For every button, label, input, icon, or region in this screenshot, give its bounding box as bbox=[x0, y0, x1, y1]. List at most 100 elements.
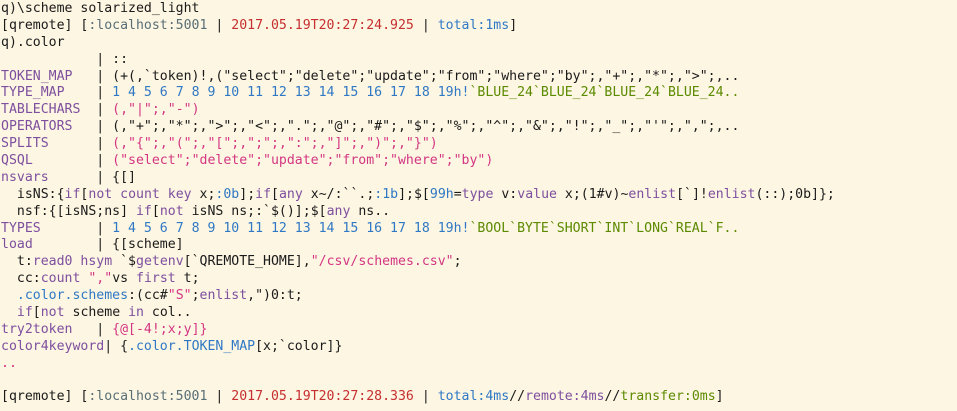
text-segment: [ bbox=[271, 186, 279, 202]
text-segment: ];$[ bbox=[398, 186, 430, 202]
text-segment: (::);0b]}; bbox=[755, 186, 835, 202]
text-segment: (,"{";,"(";,"[";,";";,":";,"]";,")";,"}"… bbox=[112, 136, 438, 152]
text-segment: any bbox=[278, 186, 303, 202]
text-segment: 1 4 5 6 7 8 9 10 11 12 13 14 15 16 17 18… bbox=[112, 220, 470, 236]
terminal-output-line: QSQL | ("select";"delete";"update";"from… bbox=[0, 153, 957, 170]
text-segment: :localhost:5001 bbox=[88, 17, 208, 33]
text-segment: nsvars bbox=[1, 169, 49, 185]
text-segment: QSQL bbox=[1, 153, 33, 169]
text-segment: isNS ns;:`$()];$[ bbox=[183, 203, 327, 219]
text-segment: 99h bbox=[429, 186, 454, 202]
text-segment: any bbox=[326, 203, 351, 219]
text-segment: [x;`color]} bbox=[255, 338, 343, 354]
text-segment: "," bbox=[88, 271, 113, 287]
text-segment: :0b bbox=[215, 186, 240, 202]
terminal-output-line: TOKEN_MAP | (+(,`token)!,("select";"dele… bbox=[0, 69, 957, 86]
text-segment: transfer:0ms bbox=[620, 389, 716, 405]
terminal-output-line: try2token | {@[-4!;x;y]} bbox=[0, 322, 957, 339]
text-segment: ; bbox=[191, 288, 200, 304]
text-segment: {@[-4!;x;y]} bbox=[112, 321, 208, 337]
text-segment: first bbox=[136, 271, 176, 287]
terminal-output-line: SPLITS | (,"{";,"(";,"[";,";";,":";,"]";… bbox=[0, 136, 957, 153]
text-segment: OPERATORS bbox=[1, 119, 73, 135]
text-segment: ("select";"delete";"update";"from";"wher… bbox=[112, 153, 494, 169]
text-segment: [`QREMOTE_HOME], bbox=[183, 254, 311, 270]
text-segment: .. bbox=[1, 355, 17, 371]
terminal-output-line: if[not scheme in col.. bbox=[0, 305, 957, 322]
text-segment: .color.TOKEN_MAP bbox=[128, 338, 256, 354]
text-segment: :localhost:5001 bbox=[88, 389, 208, 405]
text-segment: // bbox=[509, 389, 526, 405]
terminal-output-line: [qremote] [:localhost:5001 | 2017.05.19T… bbox=[0, 18, 957, 35]
text-segment: total:1ms bbox=[437, 17, 510, 33]
text-segment: | {[scheme] bbox=[32, 237, 184, 253]
text-segment: | {[] bbox=[48, 169, 136, 185]
text-segment: // bbox=[604, 389, 621, 405]
text-segment: ] bbox=[715, 389, 724, 405]
text-segment: if bbox=[135, 203, 152, 219]
text-segment: value bbox=[517, 186, 557, 202]
text-segment: 1 4 5 6 7 8 9 10 11 12 13 14 15 16 17 18… bbox=[112, 85, 470, 101]
terminal-output-line: isNS:{if[not count key x;:0b];if[any x~/… bbox=[0, 187, 957, 204]
text-segment: x; bbox=[191, 186, 216, 202]
text-segment: [qremote] [ bbox=[1, 17, 89, 33]
text-segment: if bbox=[64, 186, 81, 202]
text-segment: [ bbox=[151, 203, 160, 219]
text-segment: (,"|";,"-") bbox=[112, 102, 200, 118]
text-segment: try2token bbox=[1, 321, 73, 337]
text-segment: ] bbox=[509, 17, 518, 33]
text-segment: not count key bbox=[88, 186, 192, 202]
text-segment: TOKEN_MAP bbox=[1, 68, 73, 84]
terminal-output-line: nsvars | {[] bbox=[0, 170, 957, 187]
text-segment: remote:4ms bbox=[525, 389, 605, 405]
text-segment: | bbox=[413, 389, 438, 405]
terminal-output-line: .. bbox=[0, 356, 957, 373]
text-segment: ,")0:t; bbox=[247, 288, 303, 304]
terminal-output-line: .color.schemes:(cc#"S";enlist,")0:t; bbox=[0, 288, 957, 305]
terminal-output-line: cc:count ","vs first t; bbox=[0, 271, 957, 288]
text-segment: | { bbox=[104, 338, 129, 354]
terminal-output-line: [qremote] [:localhost:5001 | 2017.05.19T… bbox=[0, 389, 957, 406]
text-segment: not bbox=[40, 305, 65, 321]
text-segment: `BLUE_24`BLUE_24`BLUE_24`BLUE_24.. bbox=[469, 85, 740, 101]
text-segment: TYPES bbox=[1, 220, 41, 236]
text-segment: [ bbox=[32, 305, 41, 321]
text-segment: `$ bbox=[112, 254, 136, 270]
text-segment: | bbox=[32, 153, 113, 169]
text-segment: ]; bbox=[239, 186, 256, 202]
terminal-window[interactable]: q)\scheme solarized_light [qremote] [:loc… bbox=[0, 0, 957, 411]
text-segment: .color.schemes bbox=[1, 288, 129, 304]
text-segment: total:4ms bbox=[437, 389, 510, 405]
text-segment: :(cc# bbox=[128, 288, 168, 304]
text-segment: `BOOL`BYTE`SHORT`INT`LONG`REAL`F.. bbox=[469, 220, 740, 236]
text-segment: ns.. bbox=[350, 203, 391, 219]
text-segment: [`]! bbox=[676, 186, 708, 202]
text-segment: TABLECHARS bbox=[1, 102, 81, 118]
terminal-output-line: nsf:{[isNS;ns] if[not isNS ns;:`$()];$[a… bbox=[0, 204, 957, 221]
terminal-input-line: q)\scheme solarized_light bbox=[0, 1, 957, 18]
text-segment: if bbox=[16, 305, 33, 321]
text-segment: not bbox=[159, 203, 184, 219]
text-segment: | bbox=[72, 321, 113, 337]
terminal-output-line: t:read0 hsym `$getenv[`QREMOTE_HOME],"/c… bbox=[0, 254, 957, 271]
text-segment: ; bbox=[453, 254, 462, 270]
text-segment: t: bbox=[1, 254, 33, 270]
text-segment: "/csv/schemes.csv" bbox=[310, 254, 454, 270]
text-segment: scheme bbox=[64, 305, 129, 321]
text-segment: x;(1#v)~ bbox=[556, 186, 629, 202]
text-segment: col.. bbox=[143, 305, 192, 321]
text-segment: | bbox=[48, 136, 113, 152]
terminal-output-line: TYPE_MAP | 1 4 5 6 7 8 9 10 11 12 13 14 … bbox=[0, 85, 957, 102]
text-segment: | bbox=[207, 389, 232, 405]
text-segment: type bbox=[461, 186, 494, 202]
text-segment: enlist bbox=[199, 288, 248, 304]
text-segment: if bbox=[255, 186, 272, 202]
terminal-output-line: TYPES | 1 4 5 6 7 8 9 10 11 12 13 14 15 … bbox=[0, 221, 957, 238]
text-segment: | bbox=[40, 220, 113, 236]
text-segment: | bbox=[80, 102, 113, 118]
text-segment: read0 hsym bbox=[32, 254, 113, 270]
text-segment: SPLITS bbox=[1, 136, 49, 152]
text-segment: :1b bbox=[374, 186, 399, 202]
text-segment: vs bbox=[112, 271, 137, 287]
